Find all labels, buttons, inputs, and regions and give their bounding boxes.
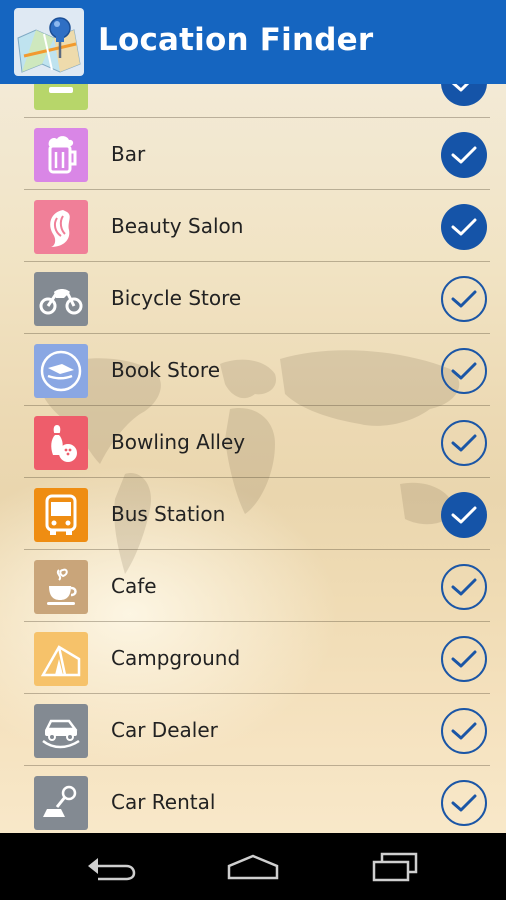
unchecked-check-icon[interactable] [441,780,487,826]
car-in-hand-icon [34,704,88,758]
list-item[interactable]: Bowling Alley [0,406,506,478]
beer-mug-icon [34,128,88,182]
list-item[interactable]: Book Store [0,334,506,406]
list-item[interactable]: Bar [0,118,506,190]
recents-icon[interactable] [364,847,424,887]
list-item[interactable]: Bicycle Store [0,262,506,334]
list-item[interactable]: Campground [0,622,506,694]
unchecked-check-icon[interactable] [441,348,487,394]
partial-icon [34,84,88,110]
bus-icon [34,488,88,542]
list-item[interactable]: Cafe [0,550,506,622]
list-item[interactable]: Car Dealer [0,694,506,766]
list-item[interactable]: Beauty Salon [0,190,506,262]
list-item-label: Book Store [111,358,220,382]
list-item-label: Campground [111,646,241,670]
list-item-label: Bowling Alley [111,430,246,454]
system-navigation-bar [0,833,506,900]
app-bar: Location Finder [0,0,506,84]
tent-icon [34,632,88,686]
car-key-icon [34,776,88,830]
checked-check-icon[interactable] [441,132,487,178]
list-item[interactable] [0,84,506,118]
app-logo-icon [14,8,84,76]
checked-check-icon[interactable] [441,204,487,250]
back-icon[interactable] [82,847,142,887]
unchecked-check-icon[interactable] [441,564,487,610]
list-item-label: Bus Station [111,502,226,526]
home-icon[interactable] [223,847,283,887]
motorcycle-icon [34,272,88,326]
list-item-label: Bar [111,142,146,166]
unchecked-check-icon[interactable] [441,420,487,466]
list-item-label: Beauty Salon [111,214,244,238]
list-item[interactable]: Car Rental [0,766,506,833]
bowling-pin-icon [34,416,88,470]
list-item[interactable]: Bus Station [0,478,506,550]
list-item-label: Car Dealer [111,718,218,742]
unchecked-check-icon[interactable] [441,636,487,682]
list-item-label: Car Rental [111,790,216,814]
place-type-list-container[interactable]: Bar Beauty Salon Bicycle Store Book Store Bo… [0,84,506,833]
list-item-label: Cafe [111,574,157,598]
checked-check-icon[interactable] [441,84,487,106]
woman-hair-icon [34,200,88,254]
checked-check-icon[interactable] [441,492,487,538]
coffee-cup-icon [34,560,88,614]
unchecked-check-icon[interactable] [441,708,487,754]
unchecked-check-icon[interactable] [441,276,487,322]
app-title: Location Finder [98,22,374,58]
place-type-list: Bar Beauty Salon Bicycle Store Book Store Bo… [0,84,506,833]
book-in-hand-icon [34,344,88,398]
list-item-label: Bicycle Store [111,286,242,310]
